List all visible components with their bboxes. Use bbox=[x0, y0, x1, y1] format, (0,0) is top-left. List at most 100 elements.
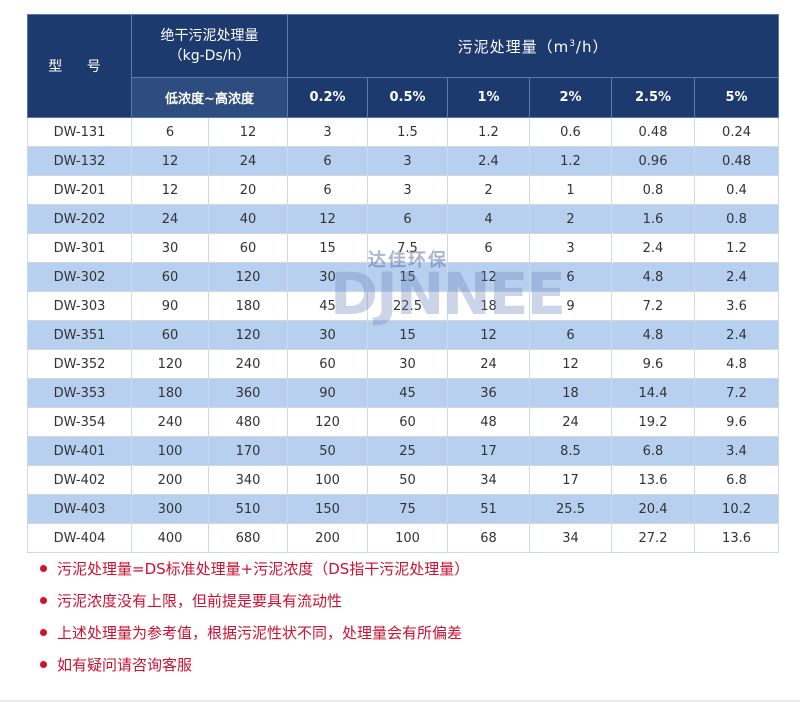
value-cell: 3 bbox=[529, 233, 612, 263]
note-item: 污泥处理量=DS标准处理量+污泥浓度（DS指干污泥处理量） bbox=[40, 552, 760, 584]
value-cell: 30 bbox=[131, 233, 209, 263]
value-cell: 34 bbox=[447, 465, 530, 495]
bullet-dot-icon bbox=[40, 628, 47, 636]
value-cell: 680 bbox=[208, 523, 288, 553]
value-cell: 400 bbox=[131, 523, 209, 553]
value-cell: 50 bbox=[287, 436, 368, 466]
table-row: DW-131 6 12 3 1.5 1.2 0.6 0.48 0.24 bbox=[27, 117, 780, 147]
value-cell: 3.4 bbox=[693, 436, 780, 466]
value-cell: 360 bbox=[208, 378, 288, 408]
table-row: DW-303 90 180 45 22.5 18 9 7.2 3.6 bbox=[27, 291, 780, 321]
value-cell: 0.48 bbox=[611, 117, 695, 147]
note-text: 上述处理量为参考值，根据污泥性状不同，处理量会有所偏差 bbox=[57, 623, 463, 642]
value-cell: 12 bbox=[208, 117, 288, 147]
model-cell: DW-352 bbox=[27, 349, 132, 379]
value-cell: 2.4 bbox=[693, 320, 780, 350]
value-cell: 4.8 bbox=[693, 349, 780, 379]
spec-table-body: DW-131 6 12 3 1.5 1.2 0.6 0.48 0.24 DW-132 12 24 6 3 2… bbox=[27, 117, 780, 553]
bullet-dot-icon bbox=[40, 660, 47, 668]
value-cell: 25.5 bbox=[529, 494, 612, 524]
value-cell: 170 bbox=[208, 436, 288, 466]
value-cell: 30 bbox=[367, 349, 448, 379]
value-cell: 240 bbox=[208, 349, 288, 379]
value-cell: 0.8 bbox=[693, 204, 780, 234]
model-cell: DW-354 bbox=[27, 407, 132, 437]
value-cell: 300 bbox=[131, 494, 209, 524]
value-cell: 6 bbox=[287, 175, 368, 205]
table-row: DW-132 12 24 6 3 2.4 1.2 0.96 0.48 bbox=[27, 146, 780, 176]
value-cell: 45 bbox=[287, 291, 368, 321]
table-row: DW-202 24 40 12 6 4 2 1.6 0.8 bbox=[27, 204, 780, 234]
value-cell: 50 bbox=[367, 465, 448, 495]
value-cell: 3 bbox=[367, 146, 448, 176]
value-cell: 68 bbox=[447, 523, 530, 553]
value-cell: 12 bbox=[131, 146, 209, 176]
value-cell: 4 bbox=[447, 204, 530, 234]
model-cell: DW-201 bbox=[27, 175, 132, 205]
table-row: DW-351 60 120 30 15 12 6 4.8 2.4 bbox=[27, 320, 780, 350]
value-cell: 6 bbox=[529, 320, 612, 350]
value-cell: 120 bbox=[131, 349, 209, 379]
value-cell: 100 bbox=[287, 465, 368, 495]
value-cell: 4.8 bbox=[611, 262, 695, 292]
note-text: 污泥处理量=DS标准处理量+污泥浓度（DS指干污泥处理量） bbox=[57, 559, 470, 578]
value-cell: 15 bbox=[367, 320, 448, 350]
value-cell: 60 bbox=[287, 349, 368, 379]
value-cell: 200 bbox=[287, 523, 368, 553]
note-item: 上述处理量为参考值，根据污泥性状不同，处理量会有所偏差 bbox=[40, 616, 760, 648]
value-cell: 100 bbox=[367, 523, 448, 553]
value-cell: 34 bbox=[529, 523, 612, 553]
value-cell: 6 bbox=[447, 233, 530, 263]
table-row: DW-352 120 240 60 30 24 12 9.6 4.8 bbox=[27, 349, 780, 379]
value-cell: 180 bbox=[208, 291, 288, 321]
header-conc-4: 2.5% bbox=[611, 77, 695, 118]
value-cell: 90 bbox=[287, 378, 368, 408]
model-cell: DW-131 bbox=[27, 117, 132, 147]
value-cell: 6.8 bbox=[693, 465, 780, 495]
model-cell: DW-404 bbox=[27, 523, 132, 553]
table-row: DW-404 400 680 200 100 68 34 27.2 13.6 bbox=[27, 523, 780, 553]
header-dry-line1: 绝干污泥处理量 bbox=[160, 28, 259, 45]
model-cell: DW-303 bbox=[27, 291, 132, 321]
header-sludge-pre: 污泥处理量（m bbox=[457, 37, 570, 56]
value-cell: 12 bbox=[529, 349, 612, 379]
value-cell: 13.6 bbox=[693, 523, 780, 553]
header-dry-capacity: 绝干污泥处理量 （kg-Ds/h） bbox=[131, 13, 288, 79]
value-cell: 12 bbox=[131, 175, 209, 205]
header-conc-range: 低浓度~高浓度 bbox=[131, 77, 288, 118]
value-cell: 150 bbox=[287, 494, 368, 524]
value-cell: 6 bbox=[131, 117, 209, 147]
table-row: DW-402 200 340 100 50 34 17 13.6 6.8 bbox=[27, 465, 780, 495]
spec-table: 型 号 绝干污泥处理量 （kg-Ds/h） 污泥处理量（m3/h） 低浓度~高浓… bbox=[27, 13, 780, 553]
notes-list: 污泥处理量=DS标准处理量+污泥浓度（DS指干污泥处理量） 污泥浓度没有上限，但… bbox=[40, 552, 760, 680]
value-cell: 510 bbox=[208, 494, 288, 524]
value-cell: 40 bbox=[208, 204, 288, 234]
value-cell: 6 bbox=[529, 262, 612, 292]
value-cell: 200 bbox=[131, 465, 209, 495]
value-cell: 0.48 bbox=[693, 146, 780, 176]
value-cell: 120 bbox=[208, 262, 288, 292]
bullet-dot-icon bbox=[40, 564, 47, 572]
value-cell: 48 bbox=[447, 407, 530, 437]
value-cell: 2.4 bbox=[447, 146, 530, 176]
header-conc-0: 0.2% bbox=[287, 77, 368, 118]
model-cell: DW-132 bbox=[27, 146, 132, 176]
header-conc-3: 2% bbox=[529, 77, 612, 118]
value-cell: 6 bbox=[367, 204, 448, 234]
value-cell: 1.2 bbox=[529, 146, 612, 176]
value-cell: 3 bbox=[367, 175, 448, 205]
bullet-dot-icon bbox=[40, 596, 47, 604]
value-cell: 20.4 bbox=[611, 494, 695, 524]
model-cell: DW-353 bbox=[27, 378, 132, 408]
value-cell: 240 bbox=[131, 407, 209, 437]
value-cell: 12 bbox=[447, 262, 530, 292]
value-cell: 60 bbox=[131, 320, 209, 350]
value-cell: 25 bbox=[367, 436, 448, 466]
header-sludge-post: /h） bbox=[575, 37, 609, 56]
value-cell: 12 bbox=[447, 320, 530, 350]
value-cell: 12 bbox=[287, 204, 368, 234]
value-cell: 3.6 bbox=[693, 291, 780, 321]
value-cell: 75 bbox=[367, 494, 448, 524]
value-cell: 15 bbox=[287, 233, 368, 263]
value-cell: 2.4 bbox=[611, 233, 695, 263]
